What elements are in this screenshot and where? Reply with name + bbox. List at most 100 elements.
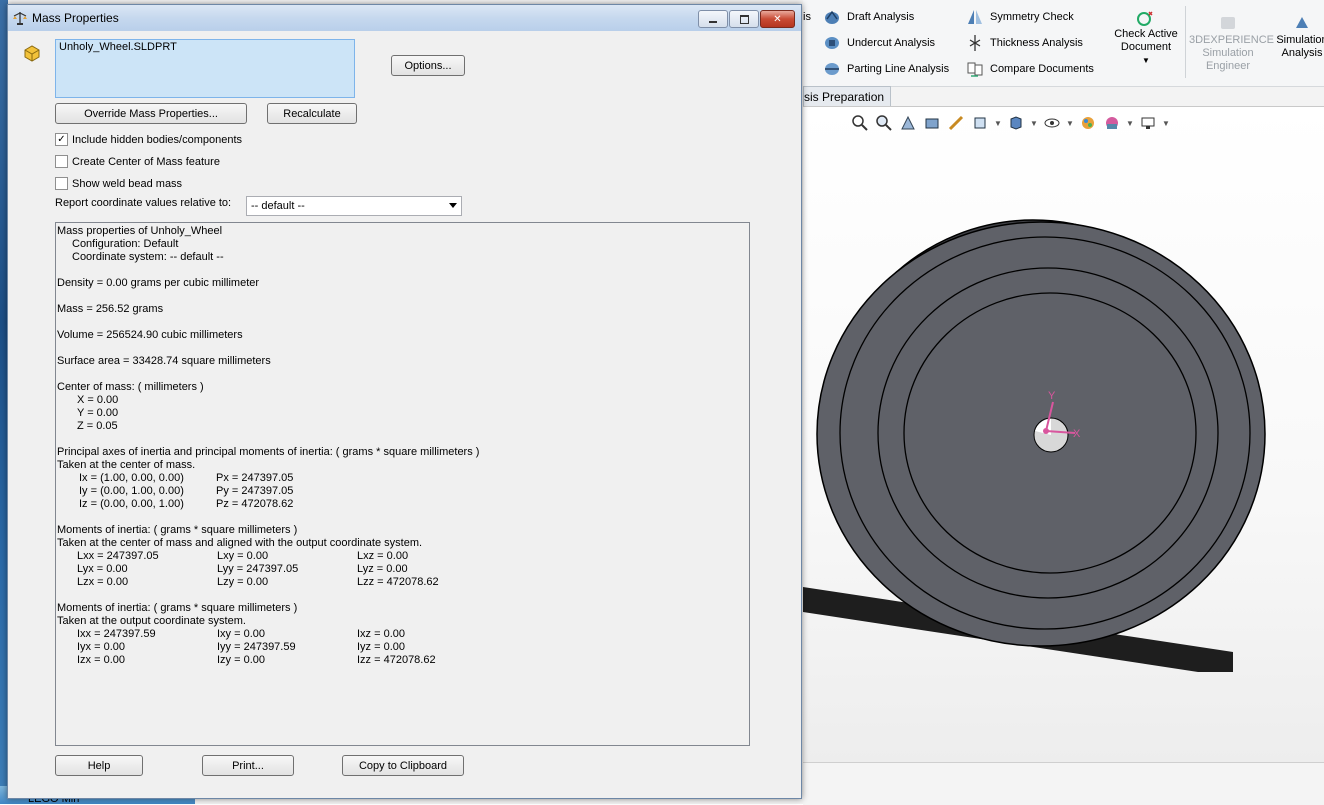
report-izy: Izy = 0.00 xyxy=(217,654,266,666)
parting-line-icon xyxy=(823,60,841,78)
coordinate-system-select[interactable]: -- default -- xyxy=(246,196,462,216)
selected-file-name[interactable]: Unholy_Wheel.SLDPRT xyxy=(59,41,177,53)
graphics-area[interactable]: Y X xyxy=(803,106,1324,763)
report-py: Py = 247397.05 xyxy=(216,485,294,497)
thickness-analysis-icon xyxy=(966,34,984,52)
3dexperience-simulation-button[interactable]: 3DEXPERIENCE Simulation Engineer xyxy=(1189,14,1274,73)
section-view-icon[interactable] xyxy=(922,113,942,133)
minimize-icon xyxy=(709,20,717,23)
override-mass-properties-button[interactable]: Override Mass Properties... xyxy=(55,103,247,124)
report-moments-com-title: Moments of inertia: ( grams * square mil… xyxy=(57,524,298,536)
view-settings-dropdown-icon[interactable]: ▼ xyxy=(1162,119,1170,128)
zoom-to-fit-icon[interactable] xyxy=(850,113,870,133)
chevron-down-icon[interactable] xyxy=(449,203,457,208)
close-icon: ✕ xyxy=(773,13,782,25)
apply-scene-dropdown-icon[interactable]: ▼ xyxy=(1126,119,1134,128)
display-style-dropdown-icon[interactable]: ▼ xyxy=(1030,119,1038,128)
undercut-analysis-icon xyxy=(823,34,841,52)
symmetry-check-button[interactable]: Symmetry Check xyxy=(966,6,1074,28)
report-moments-com-sub: Taken at the center of mass and aligned … xyxy=(57,537,423,549)
apply-scene-icon[interactable] xyxy=(1102,113,1122,133)
draft-analysis-button[interactable]: Draft Analysis xyxy=(823,6,914,28)
report-lzy: Lzy = 0.00 xyxy=(217,576,269,588)
report-lyx: Lyx = 0.00 xyxy=(77,563,128,575)
compare-documents-button[interactable]: Compare Documents xyxy=(966,58,1094,80)
triad-x-label: X xyxy=(1073,428,1081,440)
report-com-y: Y = 0.00 xyxy=(77,407,119,419)
view-orientation-icon[interactable] xyxy=(970,113,990,133)
report-ixx: Ixx = 247397.59 xyxy=(77,628,156,640)
report-lzz: Lzz = 472078.62 xyxy=(357,576,439,588)
report-ixz: Ixz = 0.00 xyxy=(357,628,406,640)
check-active-dropdown-icon[interactable]: ▼ xyxy=(1113,54,1179,67)
dialog-title: Mass Properties xyxy=(32,11,119,25)
report-px: Px = 247397.05 xyxy=(216,472,294,484)
report-principal-axes-sub: Taken at the center of mass. xyxy=(57,459,196,471)
dialog-titlebar[interactable]: Mass Properties ✕ xyxy=(8,5,801,31)
thickness-analysis-button[interactable]: Thickness Analysis xyxy=(966,32,1083,54)
zoom-to-area-icon[interactable] xyxy=(874,113,894,133)
report-iz: Iz = (0.00, 0.00, 1.00) xyxy=(79,498,184,510)
report-ixy: Ixy = 0.00 xyxy=(217,628,266,640)
report-iyz: Iyz = 0.00 xyxy=(357,641,406,653)
include-hidden-label: Include hidden bodies/components xyxy=(72,133,243,146)
report-lzx: Lzx = 0.00 xyxy=(77,576,129,588)
report-mass: Mass = 256.52 grams xyxy=(57,303,164,315)
ribbon-separator xyxy=(1185,6,1186,78)
previous-view-icon[interactable] xyxy=(898,113,918,133)
report-density: Density = 0.00 grams per cubic millimete… xyxy=(57,277,260,289)
create-center-of-mass-checkbox[interactable]: Create Center of Mass feature xyxy=(55,155,220,168)
report-volume: Volume = 256524.90 cubic millimeters xyxy=(57,329,243,341)
display-style-icon[interactable] xyxy=(1006,113,1026,133)
minimize-button[interactable] xyxy=(698,10,728,28)
dialog-body: Unholy_Wheel.SLDPRT Options... Override … xyxy=(8,31,801,798)
view-settings-icon[interactable] xyxy=(1138,113,1158,133)
report-izx: Izx = 0.00 xyxy=(77,654,126,666)
hide-show-dropdown-icon[interactable]: ▼ xyxy=(1066,119,1074,128)
show-weld-bead-checkbox-box[interactable] xyxy=(55,177,68,190)
report-moments-output-sub: Taken at the output coordinate system. xyxy=(57,615,246,627)
report-izz: Izz = 472078.62 xyxy=(357,654,436,666)
parting-line-analysis-button[interactable]: Parting Line Analysis xyxy=(823,58,949,80)
report-header: Mass properties of Unholy_Wheel xyxy=(57,225,223,237)
report-moments-output-title: Moments of inertia: ( grams * square mil… xyxy=(57,602,298,614)
mass-properties-report[interactable]: Mass properties of Unholy_Wheel Configur… xyxy=(55,222,750,746)
compare-documents-icon xyxy=(966,60,984,78)
coordinate-system-row: Report coordinate values relative to: xyxy=(55,197,231,209)
show-weld-bead-checkbox[interactable]: Show weld bead mass xyxy=(55,177,182,190)
create-center-of-mass-label: Create Center of Mass feature xyxy=(72,155,220,168)
edit-appearance-icon[interactable] xyxy=(1078,113,1098,133)
help-button[interactable]: Help xyxy=(55,755,143,776)
options-button[interactable]: Options... xyxy=(391,55,465,76)
undercut-analysis-button[interactable]: Undercut Analysis xyxy=(823,32,935,54)
coordinate-system-label: Report coordinate values relative to: xyxy=(55,197,232,209)
report-lyz: Lyz = 0.00 xyxy=(357,563,408,575)
report-ix: Ix = (1.00, 0.00, 0.00) xyxy=(79,472,184,484)
maximize-button[interactable] xyxy=(729,10,759,28)
include-hidden-checkbox[interactable]: ✓ Include hidden bodies/components xyxy=(55,133,242,146)
print-button[interactable]: Print... xyxy=(202,755,294,776)
dynamic-annotation-icon[interactable] xyxy=(946,113,966,133)
recalculate-button[interactable]: Recalculate xyxy=(267,103,357,124)
report-coordinate-system: Coordinate system: -- default -- xyxy=(72,251,224,263)
check-active-document-button[interactable]: Check Active Document ▼ xyxy=(1113,8,1179,67)
include-hidden-checkbox-box[interactable]: ✓ xyxy=(55,133,68,146)
report-iy: Iy = (0.00, 1.00, 0.00) xyxy=(79,485,184,497)
copy-to-clipboard-button[interactable]: Copy to Clipboard xyxy=(342,755,464,776)
report-com-z: Z = 0.05 xyxy=(77,420,118,432)
hide-show-items-icon[interactable] xyxy=(1042,113,1062,133)
report-com-x: X = 0.00 xyxy=(77,394,119,406)
view-orientation-dropdown-icon[interactable]: ▼ xyxy=(994,119,1002,128)
tab-analysis-preparation[interactable]: sis Preparation xyxy=(803,86,891,107)
report-pz: Pz = 472078.62 xyxy=(216,498,294,510)
close-button[interactable]: ✕ xyxy=(760,10,795,28)
report-principal-axes-title: Principal axes of inertia and principal … xyxy=(57,446,480,458)
simulation-analysis-icon xyxy=(1273,14,1324,34)
create-center-of-mass-checkbox-box[interactable] xyxy=(55,155,68,168)
view-heads-up-toolbar: ▼ ▼ ▼ ▼ ▼ xyxy=(850,110,1170,136)
report-lxy: Lxy = 0.00 xyxy=(217,550,269,562)
part-icon xyxy=(22,43,44,65)
simulation-analysis-button[interactable]: Simulation Analysis xyxy=(1273,14,1324,60)
mass-properties-icon xyxy=(12,10,28,26)
selected-items-list[interactable]: Unholy_Wheel.SLDPRT xyxy=(55,39,355,98)
